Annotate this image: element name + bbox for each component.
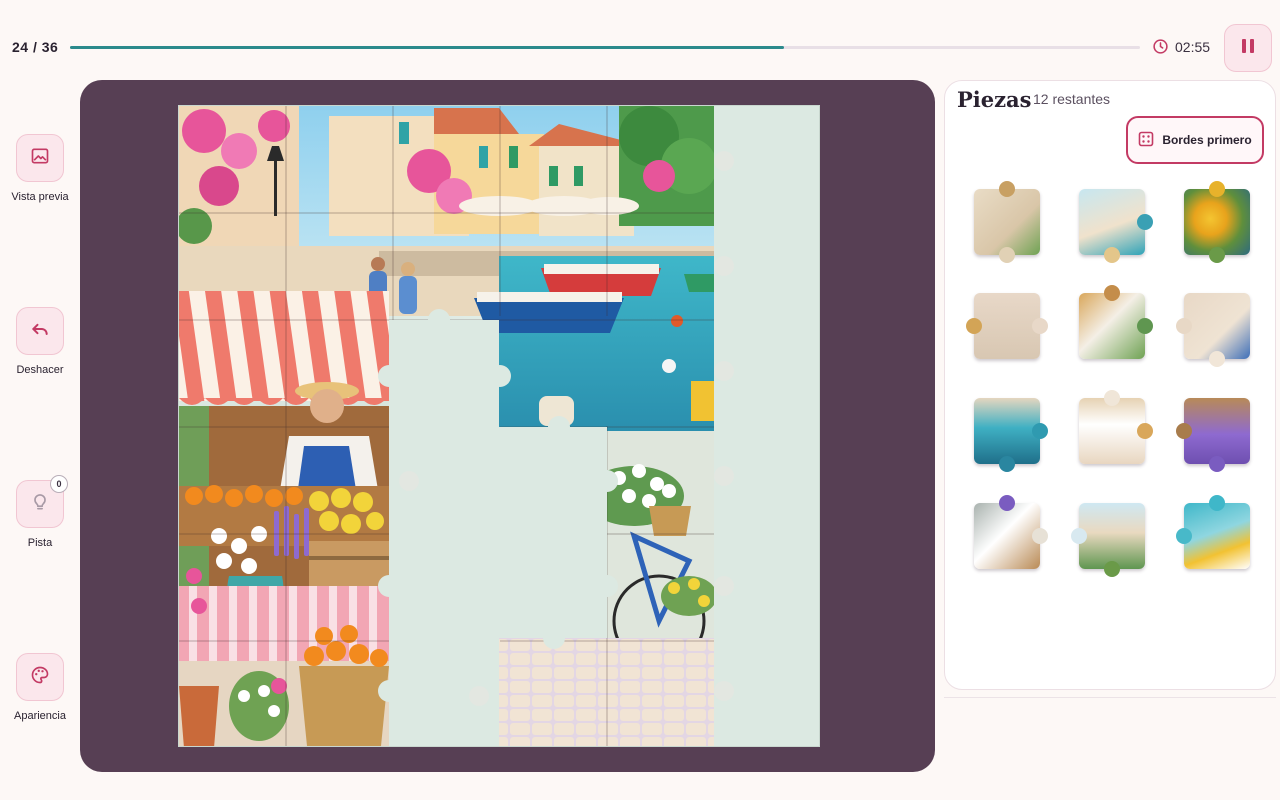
appearance-label: Apariencia: [14, 710, 66, 722]
tray-piece[interactable]: [1071, 503, 1145, 577]
clock-icon: [1152, 38, 1169, 55]
tray-piece[interactable]: [974, 398, 1048, 472]
tray-piece[interactable]: [1079, 390, 1153, 464]
edges-first-button[interactable]: Bordes primero: [1126, 116, 1264, 164]
pause-icon: [1240, 37, 1256, 60]
puzzle-canvas[interactable]: [178, 105, 820, 747]
pieces-remaining: 12 restantes: [1033, 91, 1111, 107]
preview-button[interactable]: [16, 134, 64, 182]
progress-bar-fill: [70, 46, 784, 49]
timer: 02:55: [1152, 38, 1210, 55]
sidebar-divider: [944, 697, 1276, 698]
hint-tool: 0 Pista: [0, 475, 80, 549]
lightbulb-icon: [30, 492, 50, 517]
tray-piece[interactable]: [1176, 495, 1250, 569]
pause-button[interactable]: [1224, 24, 1272, 72]
tray-piece[interactable]: [1079, 189, 1153, 263]
puzzle-board: [80, 80, 935, 772]
tray-piece[interactable]: [974, 495, 1048, 569]
tray-piece[interactable]: [1184, 181, 1250, 263]
progress-count: 24 / 36: [12, 39, 59, 55]
tray-piece[interactable]: [974, 181, 1040, 263]
progress-bar: [70, 46, 1140, 49]
undo-label: Deshacer: [16, 364, 64, 376]
undo-button[interactable]: [16, 307, 64, 355]
tray-piece[interactable]: [1176, 398, 1250, 472]
tray-piece[interactable]: [966, 293, 1048, 359]
appearance-tool: Apariencia: [0, 653, 80, 722]
hint-button[interactable]: 0: [16, 475, 68, 528]
tray-piece[interactable]: [1176, 293, 1250, 367]
undo-icon: [30, 319, 50, 344]
palette-icon: [30, 665, 50, 690]
pieces-panel: Piezas 12 restantes Bordes primero: [944, 80, 1276, 690]
placed-pieces: [179, 106, 819, 746]
appearance-button[interactable]: [16, 653, 64, 701]
preview-tool: Vista previa: [0, 134, 80, 203]
hint-count-badge: 0: [50, 475, 68, 493]
image-icon: [30, 146, 50, 171]
undo-tool: Deshacer: [0, 307, 80, 376]
preview-label: Vista previa: [11, 191, 69, 203]
pieces-title: Piezas: [957, 87, 1032, 112]
tray-piece[interactable]: [1079, 285, 1153, 359]
timer-value: 02:55: [1175, 38, 1211, 55]
grid-icon: [1138, 131, 1154, 150]
edges-first-label: Bordes primero: [1162, 133, 1252, 147]
hint-label: Pista: [27, 537, 53, 549]
